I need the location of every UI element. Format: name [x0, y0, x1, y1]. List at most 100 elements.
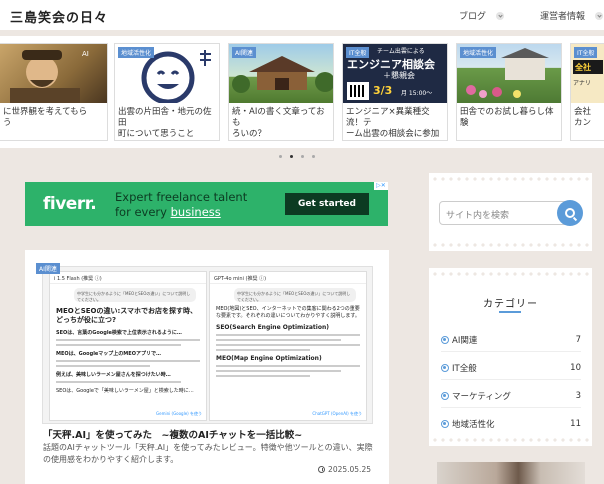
clock-icon	[318, 466, 326, 473]
category-tag: AI関連	[36, 263, 60, 274]
site-header: 三島笑会の日々 ブログ 運営者情報	[0, 0, 604, 30]
pane-header: GPT-4o mini (推奨 ⓘ)	[210, 272, 366, 284]
text-line	[216, 370, 341, 372]
pagination-dot[interactable]	[279, 155, 282, 158]
text-line	[216, 339, 341, 341]
category-count: 7	[575, 335, 581, 345]
carousel-card[interactable]: AI に世界観を考えてもら う	[0, 43, 108, 141]
pane-heading: MEOとSEOの違い:スマホでお店を探す時、どっちが役に立つ?	[56, 307, 198, 324]
carousel-card[interactable]: 地域活性化 出雲の片田舎・地元の佐田 町について思うこと	[114, 43, 220, 141]
event-time: 月 15:00〜	[401, 90, 433, 97]
text-line	[56, 360, 200, 362]
text-line	[216, 334, 360, 336]
post-date: 2025.05.25	[318, 465, 371, 474]
category-name: AI関連	[452, 336, 478, 346]
category-name: IT全般	[452, 364, 477, 374]
gpt-pane: GPT-4o mini (推奨 ⓘ) 中学生にも分かるように「MEOとSEOの違…	[209, 271, 367, 421]
sidebar-profile-image	[437, 462, 585, 484]
category-name: マーケティング	[452, 392, 511, 402]
pagination-dot[interactable]	[301, 155, 304, 158]
banner-subheading: ＋懇親会	[383, 71, 415, 80]
pane-subheading: MEO(Map Engine Optimization)	[216, 355, 322, 362]
post-card[interactable]: AI関連 i 1.5 Flash (推奨 ⓘ) 中学生にも分かるように「MEOと…	[25, 250, 389, 484]
text-line	[216, 375, 310, 377]
card-title: 会社 カン	[574, 107, 592, 128]
gemini-pane: i 1.5 Flash (推奨 ⓘ) 中学生にも分かるように「MEOとSEOの違…	[49, 271, 207, 421]
category-tag: AI関連	[232, 47, 256, 58]
card-title: エンジニア×異業種交流！テ ーム出雲の相談会に参加し ました	[346, 107, 440, 139]
category-tag: 地域活性化	[460, 47, 497, 58]
pagination-dot[interactable]	[312, 155, 315, 158]
fiverr-ad-banner[interactable]: fiverr. Expert freelance talent for ever…	[25, 182, 388, 226]
chevron-down-icon	[595, 11, 604, 20]
category-item-it[interactable]: IT全般 10	[441, 362, 581, 374]
category-tag: IT全般	[346, 47, 370, 58]
post-excerpt: 話題のAIチャットツール「天秤.AI」を使ってみたレビュー。特徴や他ツールとの違…	[43, 443, 373, 464]
nav-item-blog[interactable]: ブログ	[459, 9, 505, 22]
ad-subline: for every business	[115, 205, 221, 219]
carousel-card[interactable]: 地域活性化 田舎でのお試し暮らし体験	[456, 43, 562, 141]
post-carousel: ❮ ❯ AI に世界観を考えてもら う 地域活性化 出雲の片田舎・地	[0, 36, 604, 148]
category-name: 地域活性化	[452, 420, 495, 430]
text-line	[56, 381, 181, 383]
category-item-ai[interactable]: AI関連 7	[441, 334, 581, 346]
category-tag: 地域活性化	[118, 47, 155, 58]
site-title[interactable]: 三島笑会の日々	[10, 7, 108, 26]
category-bullet-icon	[441, 392, 449, 400]
pane-intro: MEO(地図)とSEO、インターネットでの集客に関わる2つの重要な要素です。それ…	[216, 306, 360, 319]
text-line	[216, 365, 360, 367]
post-thumbnail: i 1.5 Flash (推奨 ⓘ) 中学生にも分かるように「MEOとSEOの違…	[42, 266, 373, 424]
pagination-dot-active[interactable]	[290, 155, 293, 158]
category-count: 3	[575, 391, 581, 401]
pane-header: i 1.5 Flash (推奨 ⓘ)	[50, 272, 206, 284]
brand-text: fiverr	[43, 194, 91, 214]
categories-widget: カテゴリー AI関連 7 IT全般 10 マーケティング 3 地域活性化 11	[429, 268, 592, 446]
carousel-pagination	[279, 155, 315, 158]
text-line	[56, 339, 200, 341]
text-line	[216, 349, 310, 351]
card-thumbnail: AI	[0, 44, 107, 103]
search-button[interactable]	[557, 200, 583, 226]
adchoices-icon[interactable]: ▷✕	[374, 182, 388, 190]
samurai-portrait-image	[10, 50, 80, 103]
nav-item-about[interactable]: 運営者情報	[540, 9, 604, 22]
widget-title: カテゴリー	[483, 299, 538, 310]
category-item-marketing[interactable]: マーケティング 3	[441, 390, 581, 402]
card-title: 田舎でのお試し暮らし体験	[460, 107, 554, 128]
category-item-regional[interactable]: 地域活性化 11	[441, 418, 581, 430]
ad-headline: Expert freelance talent	[115, 190, 248, 204]
carousel-card[interactable]: IT全般 チーム出雲による エンジニア相談会 ＋懇親会 3/3 月 15:00〜…	[342, 43, 448, 141]
category-tag: IT全般	[574, 47, 598, 58]
category-count: 10	[570, 363, 581, 373]
post-title[interactable]: 「天秤.AI」を使ってみた ~複数のAIチャットを一括比較~	[43, 427, 302, 441]
pane-bullet: SEOは、Googleで「美味しいラーメン屋」と検索した時に…	[56, 388, 194, 394]
category-bullet-icon	[441, 336, 449, 344]
text-line	[56, 365, 150, 367]
carousel-card[interactable]: AI関連 続・AIの書く文章っておも ろいの？	[228, 43, 334, 141]
thumb-text: アナリ	[573, 80, 591, 87]
ad-link[interactable]: business	[171, 205, 221, 219]
title-underline	[499, 311, 521, 313]
carousel-card[interactable]: IT全般 全社 アナリ 会社 カン	[570, 43, 604, 141]
thumb-tag: 全社	[573, 60, 603, 74]
card-title: に世界観を考えてもら う	[3, 107, 88, 128]
pane-subheading: MEOは、Googleマップ上のMEOアプリで…	[56, 351, 161, 357]
ad-subline-text: for every	[115, 205, 171, 219]
prompt-bubble: 中学生にも分かるように「MEOとSEOの違い」について説明してください。	[234, 288, 356, 302]
text-line	[216, 344, 360, 346]
ai-label: AI	[82, 50, 89, 58]
pane-subheading: SEOは、言葉のGoogle検索で上位表示されるように…	[56, 330, 182, 336]
qr-code-image	[347, 82, 369, 100]
pane-subheading: 例えば、美味しいラーメン屋さんを探つけたい時…	[56, 372, 171, 378]
fiverr-logo: fiverr.	[43, 194, 97, 214]
get-started-button[interactable]: Get started	[285, 193, 369, 215]
card-title: 出雲の片田舎・地元の佐田 町について思うこと	[118, 107, 212, 139]
card-title: 続・AIの書く文章っておも ろいの？	[232, 107, 325, 139]
search-input[interactable]: サイト内を検索	[439, 201, 571, 225]
chevron-down-icon	[496, 11, 505, 20]
pane-footer: ChatGPT (OpenAI) を使う	[312, 411, 362, 416]
event-date: 3/3	[373, 84, 393, 97]
category-bullet-icon	[441, 420, 449, 428]
divider	[441, 379, 581, 380]
prompt-bubble: 中学生にも分かるように「MEOとSEOの違い」について説明してください。	[74, 288, 196, 302]
